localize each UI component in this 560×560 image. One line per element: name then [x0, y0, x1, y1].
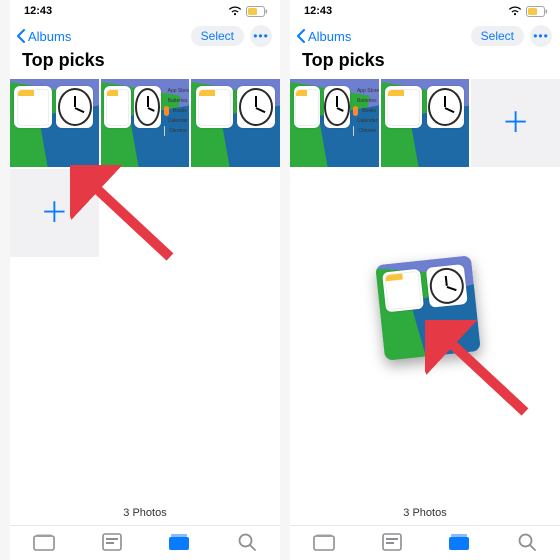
back-label: Albums — [308, 29, 351, 44]
more-icon: ••• — [533, 29, 549, 43]
photo-grid: App Store Batteries Books Calendar Chrom… — [290, 79, 560, 167]
footer: 3 Photos — [10, 507, 280, 560]
chevron-left-icon — [296, 29, 306, 43]
photo-thumbnail[interactable]: App Store Batteries Books Calendar Chrom… — [101, 79, 190, 167]
tab-bar — [10, 525, 280, 554]
add-tile[interactable]: ＋ — [10, 169, 99, 257]
battery-icon — [526, 6, 548, 17]
photo-grid: App Store Batteries Books Calendar Chrom… — [10, 79, 280, 257]
tutorial-image: 12:43 Albums Select ••• — [0, 0, 560, 560]
tab-bar — [290, 525, 560, 554]
status-time: 12:43 — [304, 5, 332, 17]
tab-library[interactable] — [313, 533, 335, 551]
more-button[interactable]: ••• — [530, 25, 552, 47]
plus-icon: ＋ — [40, 199, 68, 227]
nav-bar: Albums Select ••• — [290, 20, 560, 50]
nav-bar: Albums Select ••• — [10, 20, 280, 50]
status-bar: 12:43 — [290, 0, 560, 20]
wifi-icon — [508, 6, 522, 16]
photo-thumbnail[interactable] — [381, 79, 470, 167]
dragged-photo[interactable] — [375, 255, 481, 361]
photo-thumbnail[interactable] — [10, 79, 99, 167]
back-button[interactable]: Albums — [296, 29, 351, 44]
chevron-left-icon — [16, 29, 26, 43]
back-button[interactable]: Albums — [16, 29, 71, 44]
footer: 3 Photos — [290, 507, 560, 560]
status-bar: 12:43 — [10, 0, 280, 20]
select-button[interactable]: Select — [191, 26, 244, 46]
tab-library[interactable] — [33, 533, 55, 551]
tab-search[interactable] — [237, 532, 257, 552]
battery-icon — [246, 6, 268, 17]
photo-count: 3 Photos — [403, 507, 446, 519]
phone-right: 12:43 Albums Select ••• To — [290, 0, 560, 560]
tab-albums[interactable] — [168, 533, 190, 551]
photo-count: 3 Photos — [123, 507, 166, 519]
tab-albums[interactable] — [448, 533, 470, 551]
page-title: Top picks — [10, 50, 280, 79]
back-label: Albums — [28, 29, 71, 44]
photo-thumbnail[interactable]: App Store Batteries Books Calendar Chrom… — [290, 79, 379, 167]
more-button[interactable]: ••• — [250, 25, 272, 47]
tab-foryou[interactable] — [102, 533, 122, 551]
plus-icon: ＋ — [502, 109, 530, 137]
wifi-icon — [228, 6, 242, 16]
tab-search[interactable] — [517, 532, 537, 552]
more-icon: ••• — [253, 29, 269, 43]
photo-thumbnail[interactable] — [191, 79, 280, 167]
select-button[interactable]: Select — [471, 26, 524, 46]
apps-list: App Store Batteries Books Calendar Chrom… — [164, 86, 187, 136]
page-title: Top picks — [290, 50, 560, 79]
status-time: 12:43 — [24, 5, 52, 17]
tab-foryou[interactable] — [382, 533, 402, 551]
add-tile[interactable]: ＋ — [471, 79, 560, 167]
phone-left: 12:43 Albums Select ••• — [10, 0, 280, 560]
